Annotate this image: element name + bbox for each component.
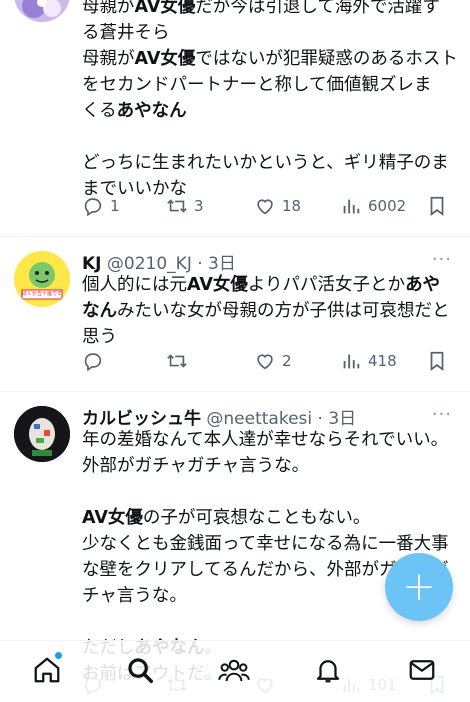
tweet-text-line: 少なくとも金銭面って幸せになる為に一番大事 <box>82 531 454 557</box>
nav-search[interactable] <box>123 653 157 687</box>
timestamp[interactable]: · 3日 <box>318 409 357 429</box>
tweet-header: KJ @0210_KJ · 3日 <box>82 249 236 274</box>
text-run: 少なくとも金銭面って幸せになる為に一番大事 <box>82 534 449 554</box>
heart-icon <box>257 199 273 215</box>
user-handle[interactable]: @0210_KJ <box>107 254 192 274</box>
tweet-text-line <box>82 124 454 150</box>
tweet-text-line: なんみたいな女が母親の方が子供は可哀想だと <box>82 298 454 324</box>
bottom-nav <box>0 640 470 701</box>
text-run: 外部がガチャガチャ言うな。 <box>82 456 310 476</box>
nav-messages[interactable] <box>405 653 439 687</box>
tweet-actions: 1 3 18 6002 <box>82 195 454 223</box>
more-options-icon[interactable]: ··· <box>432 404 452 425</box>
views-button[interactable]: 6002 <box>340 195 406 217</box>
home-icon <box>34 657 60 683</box>
retweet-count: 3 <box>194 197 204 215</box>
reply-icon <box>84 353 102 372</box>
plus-icon: + <box>402 564 436 610</box>
more-options-icon[interactable]: ··· <box>432 249 452 270</box>
avatar[interactable] <box>14 0 70 22</box>
display-name[interactable]: KJ <box>82 254 102 274</box>
like-button[interactable]: 2 <box>254 350 292 372</box>
like-count: 18 <box>282 197 302 215</box>
tweet-text: 母親がAV女優だが今は引退して海外で活躍す る蒼井そら 母親がAV女優ではないが犯罪… <box>82 0 458 202</box>
nav-home[interactable] <box>30 652 64 687</box>
retweet-button[interactable]: 3 <box>166 195 204 217</box>
text-run: 個人的には元 <box>82 275 187 295</box>
bookmark-button[interactable] <box>426 195 448 217</box>
highlighted-term: AV女優 <box>134 49 196 69</box>
tweet-text-line: 母親がAV女優ではないが犯罪疑惑のあるホスト <box>82 46 458 72</box>
like-count: 2 <box>282 352 292 370</box>
tweet-text: 個人的には元AV女優よりパパ活女子とかあや なんみたいな女が母親の方が子供は可哀想… <box>82 272 454 350</box>
display-name[interactable]: カルビッシュ牛 <box>82 409 201 429</box>
messages-icon <box>409 660 435 680</box>
tweet-text-line: どっちに生まれたいかというと、ギリ精子のま <box>82 150 454 176</box>
notification-dot <box>55 652 62 659</box>
text-run: 年の差婚なんて本人達が幸せならそれでいい。 <box>82 430 449 450</box>
heart-icon <box>257 354 273 370</box>
reply-count: 1 <box>110 197 120 215</box>
tweet-text-line: AV女優の子が可哀想なこともない。 <box>82 505 454 531</box>
text-run: くる <box>82 101 117 121</box>
notifications-icon <box>316 660 340 683</box>
avatar[interactable]: ぼくが五十嵐です <box>14 251 70 307</box>
reply-button[interactable]: 1 <box>82 195 120 217</box>
tweet-text-line: 外部がガチャガチャ言うな。 <box>82 453 454 479</box>
text-run: どっちに生まれたいかというと、ギリ精子のま <box>82 153 449 173</box>
text-run: る蒼井そら <box>82 23 170 43</box>
tweet-text-line: 母親がAV女優だが今は引退して海外で活躍す <box>82 0 454 20</box>
highlighted-term: あや <box>405 275 441 295</box>
highlighted-term: AV女優 <box>187 275 248 295</box>
views-icon <box>343 199 360 214</box>
highlighted-term: あやなん <box>116 101 187 121</box>
retweet-icon <box>167 199 187 213</box>
avatar[interactable] <box>14 406 70 462</box>
tweet-2[interactable]: ぼくが五十嵐です KJ @0210_KJ · 3日 ··· 個人的には元AV女優… <box>0 237 470 391</box>
views-button[interactable]: 418 <box>340 350 397 372</box>
text-run: の子が可哀想なこともない。 <box>142 508 371 528</box>
tweet-text-line: 思う <box>82 324 454 350</box>
highlighted-term: AV女優 <box>134 0 196 17</box>
text-run: 思う <box>82 327 117 347</box>
timestamp[interactable]: · 3日 <box>197 254 236 274</box>
bookmark-button[interactable] <box>426 350 448 372</box>
text-run: チャ言うな。 <box>82 586 187 606</box>
tweet-actions: 2 418 <box>82 350 454 378</box>
bookmark-icon <box>430 351 444 371</box>
tweet-text-line: 個人的には元AV女優よりパパ活女子とかあや <box>82 272 454 298</box>
retweet-button[interactable] <box>166 350 194 372</box>
tweet-text-line: 年の差婚なんて本人達が幸せならそれでいい。 <box>82 427 454 453</box>
text-run: ではないが犯罪疑惑のあるホスト <box>195 49 458 69</box>
tweet-text-line <box>82 479 454 505</box>
tweet-text-line: る蒼井そら <box>82 20 454 46</box>
tweet-1[interactable]: 母親がAV女優だが今は引退して海外で活躍す る蒼井そら 母親がAV女優ではないが犯罪… <box>0 0 470 236</box>
nav-communities[interactable] <box>217 653 251 687</box>
tweet-text-line: をセカンドパートナーと称して価値観ズレま <box>82 72 454 98</box>
views-icon <box>343 354 360 369</box>
text-run: をセカンドパートナーと称して価値観ズレま <box>82 75 432 95</box>
bookmark-icon <box>430 196 444 216</box>
text-run: だが今は引退して海外で活躍す <box>195 0 440 17</box>
tweet-header: カルビッシュ牛 @neettakesi · 3日 <box>82 404 356 429</box>
nav-notifications[interactable] <box>311 653 345 687</box>
retweet-icon <box>167 354 187 368</box>
user-handle[interactable]: @neettakesi <box>206 409 312 429</box>
view-count: 418 <box>368 352 397 370</box>
text-run: 母親が <box>82 0 135 17</box>
reply-button[interactable] <box>82 350 110 372</box>
text-run: 母親が <box>82 49 135 69</box>
search-icon <box>128 658 153 683</box>
compose-button[interactable]: + <box>385 553 453 621</box>
avatar-caption: ぼくが五十嵐です <box>22 291 62 297</box>
text-run: みたいな女が母親の方が子供は可哀想だと <box>117 301 450 321</box>
text-run: よりパパ活女子とか <box>247 275 406 295</box>
view-count: 6002 <box>368 197 407 215</box>
like-button[interactable]: 18 <box>254 195 301 217</box>
highlighted-term: なん <box>82 301 117 321</box>
tweet-text-line: くるあやなん <box>82 98 454 124</box>
communities-icon <box>218 659 250 682</box>
reply-icon <box>84 198 102 217</box>
highlighted-term: AV女優 <box>82 508 143 528</box>
